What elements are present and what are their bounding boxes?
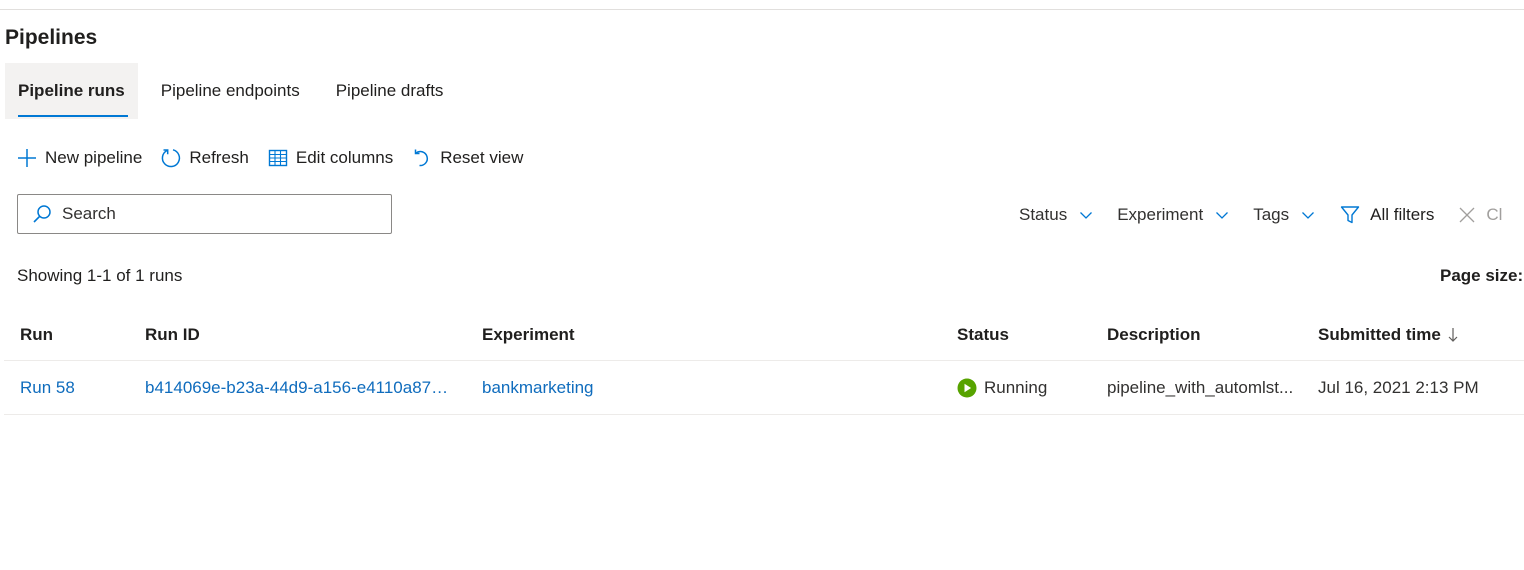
run-cell: Run 58 — [20, 361, 130, 414]
submitted-time-cell: Jul 16, 2021 2:13 PM — [1318, 377, 1479, 397]
sort-descending-icon — [1448, 328, 1458, 342]
run-id-link[interactable]: b414069e-b23a-44d9-a156-e4110a871f... — [145, 378, 457, 398]
tags-filter-dropdown[interactable]: Tags — [1253, 205, 1315, 225]
new-pipeline-label: New pipeline — [45, 148, 143, 167]
plus-icon — [16, 147, 38, 169]
status-filter-label: Status — [1019, 205, 1068, 224]
clear-filters-label: Cl — [1486, 205, 1503, 224]
tab-pipeline-runs[interactable]: Pipeline runs — [5, 63, 138, 119]
runs-table: Run Run ID Experiment Status Description… — [4, 310, 1524, 415]
edit-columns-label: Edit columns — [295, 148, 394, 167]
close-icon — [1459, 207, 1475, 223]
chevron-down-icon — [1080, 212, 1093, 219]
table-header: Run Run ID Experiment Status Description… — [4, 310, 1524, 361]
description-cell: pipeline_with_automlst... — [1107, 361, 1297, 414]
column-header-experiment[interactable]: Experiment — [482, 310, 932, 360]
column-header-submitted-time[interactable]: Submitted time — [1318, 310, 1524, 360]
experiment-filter-dropdown[interactable]: Experiment — [1117, 205, 1229, 225]
all-filters-button[interactable]: All filters — [1339, 204, 1434, 226]
pipeline-tabs: Pipeline runs Pipeline endpoints Pipelin… — [5, 63, 456, 119]
submitted-time-header-label: Submitted time — [1318, 325, 1441, 344]
description-text: pipeline_with_automlst... — [1107, 377, 1294, 397]
search-icon — [32, 204, 52, 224]
run-link[interactable]: Run 58 — [20, 378, 75, 398]
status-text: Running — [984, 377, 1048, 397]
page-size-label: Page size: — [1440, 266, 1524, 285]
results-count: Showing 1-1 of 1 runs — [17, 266, 183, 285]
experiment-cell: bankmarketing — [482, 361, 932, 414]
table-row[interactable]: Run 58 b414069e-b23a-44d9-a156-e4110a871… — [4, 361, 1524, 415]
top-divider — [0, 9, 1524, 10]
reset-icon — [411, 147, 433, 169]
reset-view-label: Reset view — [440, 148, 524, 167]
command-bar: New pipeline Refresh Edit columns Reset … — [12, 144, 537, 172]
tab-pipeline-endpoints[interactable]: Pipeline endpoints — [148, 63, 313, 119]
pipelines-page: Pipelines Pipeline runs Pipeline endpoin… — [0, 0, 1524, 570]
status-filter-dropdown[interactable]: Status — [1019, 205, 1093, 225]
experiment-link[interactable]: bankmarketing — [482, 378, 594, 398]
reset-view-button[interactable]: Reset view — [407, 144, 527, 172]
table-columns-icon — [267, 147, 289, 169]
chevron-down-icon — [1302, 212, 1315, 219]
column-header-description[interactable]: Description — [1107, 310, 1297, 360]
refresh-button[interactable]: Refresh — [156, 144, 253, 172]
search-box[interactable] — [17, 194, 392, 234]
edit-columns-button[interactable]: Edit columns — [263, 144, 397, 172]
run-id-cell: b414069e-b23a-44d9-a156-e4110a871f... — [145, 361, 457, 414]
status-cell: Running — [957, 361, 1097, 414]
clear-filters-button[interactable]: Cl — [1458, 205, 1502, 225]
filter-icon — [1340, 206, 1360, 224]
tags-filter-label: Tags — [1253, 205, 1290, 224]
column-header-run-id[interactable]: Run ID — [145, 310, 457, 360]
new-pipeline-button[interactable]: New pipeline — [12, 144, 146, 172]
experiment-filter-label: Experiment — [1117, 205, 1204, 224]
running-status-icon — [957, 378, 977, 397]
refresh-icon — [160, 147, 182, 169]
refresh-label: Refresh — [189, 148, 249, 167]
column-header-run[interactable]: Run — [20, 310, 130, 360]
all-filters-label: All filters — [1370, 205, 1435, 224]
column-header-status[interactable]: Status — [957, 310, 1097, 360]
page-title: Pipelines — [5, 26, 98, 49]
filter-bar: Status Experiment Tags All filters Cl — [1019, 202, 1502, 228]
search-input[interactable] — [62, 204, 362, 224]
chevron-down-icon — [1216, 212, 1229, 219]
tab-pipeline-drafts[interactable]: Pipeline drafts — [323, 63, 457, 119]
